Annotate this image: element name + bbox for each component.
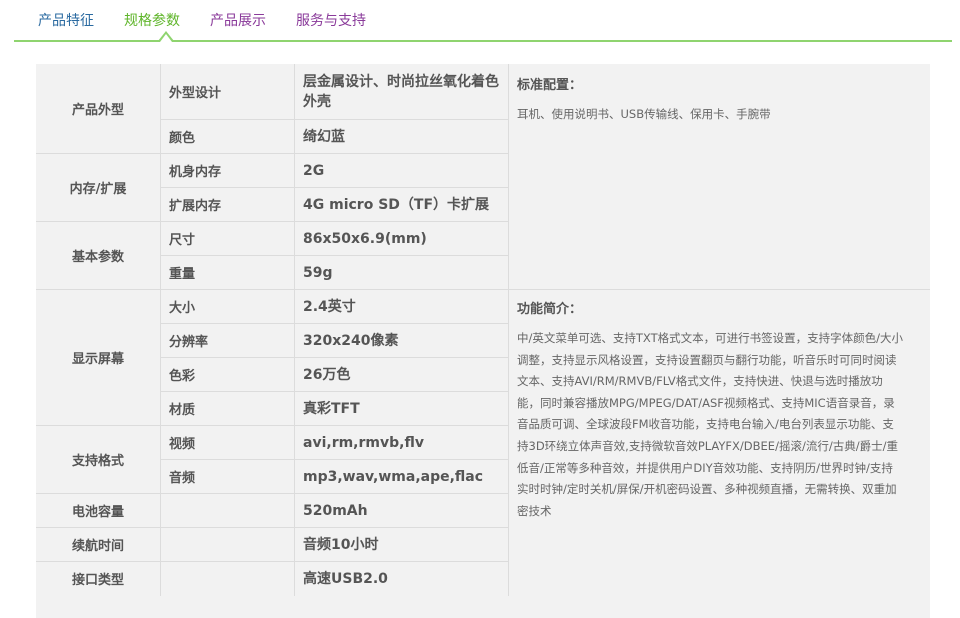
spec-label-size: 尺寸 (169, 233, 196, 248)
category-screen: 显示屏幕 (71, 352, 124, 367)
category-appearance: 产品外型 (71, 103, 124, 118)
category-memory: 内存/扩展 (69, 182, 127, 197)
divider (508, 64, 509, 596)
standard-config-title: 标准配置： (517, 78, 583, 93)
tab-product-features[interactable]: 产品特征 (38, 12, 94, 30)
features-line: 文本、支持AVI/RM/RMVB/FLV格式文件，支持快进、快退与选时播放功 (517, 374, 883, 389)
spec-value-design: 层金属设计、时尚拉丝氧化着色外壳 (303, 73, 499, 110)
spec-value-colors: 26万色 (303, 366, 351, 383)
spec-label-colors: 色彩 (169, 369, 196, 384)
features-line: 低音/正常等多种音效，并提供用户DIY音效功能、支持阴历/世界时钟/支持 (517, 460, 893, 475)
spec-value-weight: 59g (303, 264, 333, 281)
spec-value-endurance: 音频10小时 (303, 536, 379, 553)
spec-value-material: 真彩TFT (303, 400, 360, 417)
tab-product-showcase[interactable]: 产品展示 (210, 12, 266, 30)
features-line: 音品质可调、全球波段FM收音功能，支持电台输入/电台列表显示功能、支 (517, 417, 894, 432)
features-line: 密技术 (517, 503, 552, 518)
features-line: 能，同时兼容播放MPG/MPEG/DAT/ASF视频格式、支持MIC语音录音，录 (517, 395, 895, 410)
spec-value-audio: mp3,wav,wma,ape,flac (303, 468, 484, 485)
spec-value-resolution: 320x240像素 (303, 332, 399, 349)
spec-value-expansion: 4G micro SD（TF）卡扩展 (303, 196, 490, 213)
features-line: 调整，支持显示风格设置，支持设置翻页与翻行功能，听音乐时可同时阅读 (517, 352, 897, 367)
spec-label-expansion: 扩展内存 (169, 199, 222, 214)
spec-label-material: 材质 (169, 403, 196, 418)
category-battery: 电池容量 (71, 505, 124, 520)
features-line: 中/英文菜单可选、支持TXT格式文本，可进行书签设置，支持字体颜色/大小 (517, 331, 903, 345)
category-interface: 接口类型 (71, 573, 124, 588)
spec-label-video: 视频 (169, 437, 196, 452)
standard-config-text: 耳机、使用说明书、USB传输线、保用卡、手腕带 (517, 107, 771, 121)
spec-value-battery: 520mAh (303, 502, 368, 519)
tab-underline (14, 40, 952, 42)
features-title: 功能简介： (517, 302, 583, 317)
tab-service-support[interactable]: 服务与支持 (296, 12, 366, 30)
tab-specifications[interactable]: 规格参数 (124, 12, 180, 30)
spec-label-internal-memory: 机身内存 (169, 165, 222, 180)
spec-value-interface: 高速USB2.0 (303, 570, 388, 587)
category-basic: 基本参数 (71, 250, 124, 265)
features-line: 持3D环绕立体声音效,支持微软音效PLAYFX/DBEE/摇滚/流行/古典/爵士… (517, 438, 898, 453)
features-line: 实时时钟/定时关机/屏保/开机密码设置、多种视频直播，无需转换、双重加 (517, 482, 897, 497)
spec-label-audio: 音频 (169, 471, 196, 486)
category-formats: 支持格式 (71, 454, 124, 469)
category-endurance: 续航时间 (71, 539, 124, 554)
spec-label-weight: 重量 (169, 267, 196, 282)
spec-value-size: 86x50x6.9(mm) (303, 230, 427, 247)
spec-label-color: 颜色 (169, 131, 196, 146)
spec-label-screen-size: 大小 (169, 301, 196, 316)
spec-value-video: avi,rm,rmvb,flv (303, 434, 424, 451)
spec-label-design: 外型设计 (169, 86, 222, 101)
spec-label-resolution: 分辨率 (169, 335, 209, 350)
spec-value-color: 绮幻蓝 (303, 128, 345, 145)
features-text: 中/英文菜单可选、支持TXT格式文本，可进行书签设置，支持字体颜色/大小 调整，… (517, 328, 923, 522)
spec-value-internal-memory: 2G (303, 162, 325, 179)
spec-value-screen-size: 2.4英寸 (303, 298, 356, 315)
spec-table: 产品外型 外型设计 层金属设计、时尚拉丝氧化着色外壳 颜色 绮幻蓝 内存/扩展 … (36, 64, 930, 618)
